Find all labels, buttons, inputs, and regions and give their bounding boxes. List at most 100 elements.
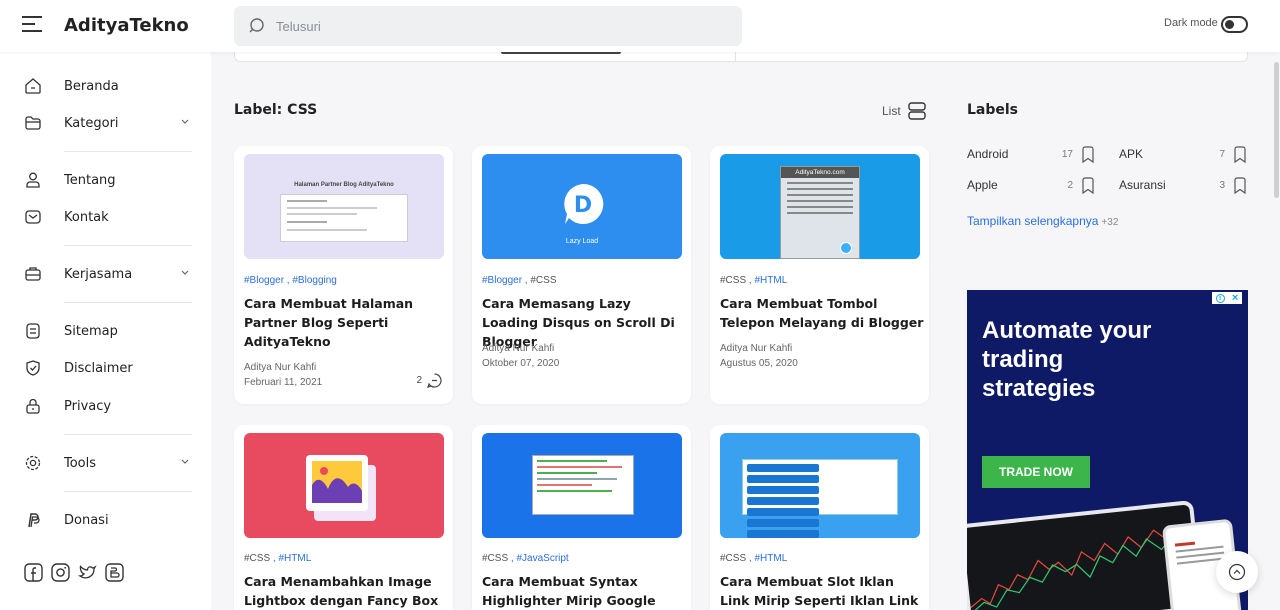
divider — [64, 151, 192, 152]
blogger-icon[interactable] — [105, 563, 124, 582]
thumbnail-code-window — [532, 455, 634, 515]
divider — [64, 434, 192, 435]
briefcase-icon — [24, 265, 42, 283]
post-title[interactable]: Cara Membuat Halaman Partner Blog Sepert… — [244, 294, 449, 351]
post-title[interactable]: Cara Membuat Tombol Telepon Melayang di … — [720, 294, 925, 332]
post-thumbnail[interactable]: AdityaTekno.com — [720, 154, 920, 259]
hamburger-menu-icon[interactable] — [22, 16, 42, 34]
disqus-logo-icon: D — [564, 183, 604, 224]
thumbnail-caption: Halaman Partner Blog AdityaTekno — [294, 182, 394, 188]
search-input[interactable] — [276, 6, 716, 46]
show-more-count: +32 — [1101, 217, 1119, 228]
post-card: #CSS , #HTML Cara Menambahkan Image Ligh… — [234, 425, 453, 610]
sidebar-item-sitemap[interactable]: Sitemap — [24, 319, 194, 343]
sidebar-item-kontak[interactable]: Kontak — [24, 205, 194, 229]
gear-icon — [24, 454, 42, 472]
tag-link[interactable]: #HTML — [754, 275, 787, 286]
label-name: APK — [1119, 147, 1144, 161]
user-icon — [24, 171, 42, 189]
label-item[interactable]: Apple 2 — [967, 176, 1095, 194]
post-tags: #Blogger , #CSS — [482, 275, 557, 286]
tag-link[interactable]: #HTML — [278, 553, 311, 564]
post-title[interactable]: Cara Menambahkan Image Lightbox dengan F… — [244, 572, 449, 610]
sidebar-item-label: Kategori — [64, 115, 119, 131]
sidebar-item-label: Sitemap — [64, 323, 118, 339]
thumbnail-form — [280, 194, 408, 242]
sidebar-item-kerjasama[interactable]: Kerjasama — [24, 262, 194, 286]
dark-mode-toggle[interactable] — [1221, 16, 1248, 33]
post-thumbnail[interactable] — [482, 433, 682, 538]
advertisement[interactable]: i × Automate your trading strategies TRA… — [967, 290, 1248, 610]
post-card: Halaman Partner Blog AdityaTekno #Blogge… — [234, 146, 453, 404]
post-thumbnail[interactable]: D Lazy Load — [482, 154, 682, 259]
mail-icon — [24, 208, 42, 226]
twitter-icon[interactable] — [78, 563, 97, 582]
label-count: 3 — [1219, 179, 1225, 191]
view-toggle-button[interactable]: List — [882, 101, 927, 121]
comment-count[interactable]: 2 — [416, 372, 443, 389]
brand-logo[interactable]: AdityaTekno — [64, 15, 189, 36]
tag-link[interactable]: #Blogger — [244, 275, 284, 286]
sidebar-item-donasi[interactable]: Donasi — [24, 508, 194, 532]
divider — [64, 245, 192, 246]
sidebar-item-beranda[interactable]: Beranda — [24, 74, 194, 98]
search-box[interactable] — [234, 6, 742, 46]
svg-text:D: D — [574, 193, 592, 218]
post-author: Aditya Nur Kahfi — [244, 362, 317, 373]
sidebar-item-disclaimer[interactable]: Disclaimer — [24, 356, 194, 380]
top-bar: AdityaTekno Dark mode — [0, 0, 1280, 52]
thumbnail-ad-links — [742, 459, 898, 538]
label-item[interactable]: Android 17 — [967, 145, 1095, 163]
tag-link[interactable]: #JavaScript — [516, 553, 568, 564]
tag-link[interactable]: #CSS — [720, 553, 746, 564]
post-tags: #CSS , #HTML — [720, 553, 788, 564]
ad-headline: Automate your trading strategies — [982, 317, 1152, 402]
sidebar-item-tools[interactable]: Tools — [24, 451, 194, 475]
facebook-icon[interactable] — [24, 563, 43, 582]
search-icon — [249, 18, 264, 33]
post-tags: #Blogger , #Blogging — [244, 275, 337, 286]
folder-icon — [24, 114, 42, 132]
bookmark-icon — [1082, 177, 1094, 194]
shield-icon — [24, 359, 42, 377]
sidebar-item-tentang[interactable]: Tentang — [24, 168, 194, 192]
show-more-labels-link[interactable]: Tampilkan selengkapnya +32 — [967, 214, 1118, 228]
label-count: 7 — [1219, 148, 1225, 160]
instagram-icon[interactable] — [51, 563, 70, 582]
ad-cta-button[interactable]: TRADE NOW — [982, 456, 1090, 488]
post-date: Oktober 07, 2020 — [482, 358, 560, 369]
tag-link[interactable]: #HTML — [754, 553, 787, 564]
post-author: Aditya Nur Kahfi — [720, 343, 793, 354]
post-thumbnail[interactable]: Halaman Partner Blog AdityaTekno — [244, 154, 444, 259]
post-thumbnail[interactable] — [720, 433, 920, 538]
page-scrollbar[interactable] — [1274, 62, 1279, 198]
info-icon: i — [1215, 293, 1225, 303]
tag-link[interactable]: #CSS — [482, 553, 508, 564]
post-thumbnail[interactable] — [244, 433, 444, 538]
sidebar-item-label: Kerjasama — [64, 266, 133, 282]
divider — [64, 302, 192, 303]
sidebar-item-kategori[interactable]: Kategori — [24, 111, 194, 135]
label-name: Apple — [967, 178, 998, 192]
comment-icon — [427, 373, 442, 388]
bookmark-icon — [1234, 146, 1246, 163]
post-title[interactable]: Cara Membuat Slot Iklan Link Mirip Seper… — [720, 572, 925, 610]
sidebar-item-label: Privacy — [64, 398, 112, 414]
post-card: #CSS , #HTML Cara Membuat Slot Iklan Lin… — [710, 425, 929, 610]
tag-link[interactable]: #Blogging — [292, 275, 336, 286]
scroll-to-top-button[interactable] — [1216, 551, 1258, 593]
tag-link[interactable]: #CSS — [244, 553, 270, 564]
tag-link[interactable]: #CSS — [720, 275, 746, 286]
post-title[interactable]: Cara Membuat Syntax Highlighter Mirip Go… — [482, 572, 687, 610]
chevron-down-icon — [181, 119, 189, 124]
label-item[interactable]: Asuransi 3 — [1119, 176, 1247, 194]
tag-link[interactable]: #Blogger — [482, 275, 522, 286]
thumbnail-caption: AdityaTekno.com — [781, 167, 859, 178]
sidebar-item-privacy[interactable]: Privacy — [24, 394, 194, 418]
tag-link[interactable]: #CSS — [530, 275, 556, 286]
image-gallery-icon — [306, 455, 376, 521]
comment-count-value: 2 — [416, 375, 422, 386]
ad-choices[interactable]: i × — [1212, 292, 1242, 304]
bookmark-icon — [1082, 146, 1094, 163]
label-item[interactable]: APK 7 — [1119, 145, 1247, 163]
